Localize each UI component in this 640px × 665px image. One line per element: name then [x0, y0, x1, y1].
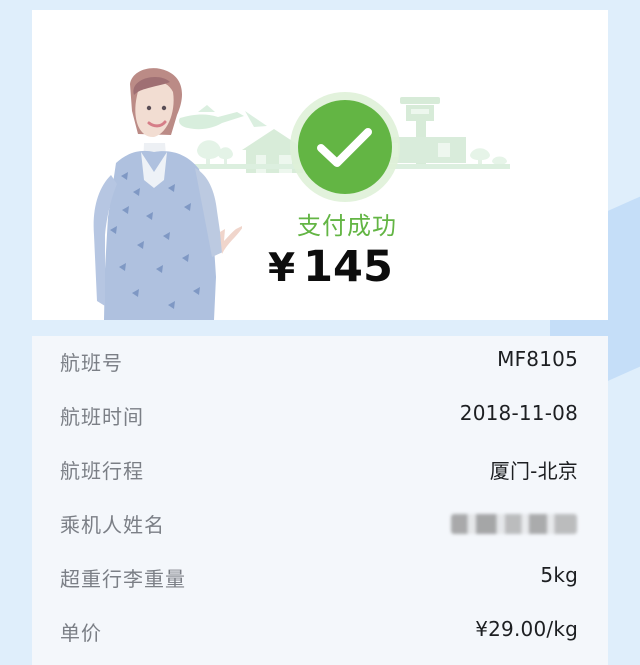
detail-value: 5kg	[540, 563, 578, 587]
detail-label: 航班时间	[60, 405, 144, 429]
flight-attendant-illustration	[93, 68, 242, 320]
detail-row-flight-number: 航班号 MF8105	[32, 336, 608, 392]
currency-symbol: ¥	[268, 246, 296, 291]
detail-row-unit-price: 单价 ¥29.00/kg	[32, 606, 608, 662]
detail-value: MF8105	[497, 347, 578, 371]
payment-success-card: 支付成功 ¥ 145	[32, 10, 608, 320]
detail-row-route: 航班行程 厦门-北京	[32, 444, 608, 500]
amount-value: 145	[303, 242, 393, 292]
detail-label: 单价	[60, 621, 102, 645]
detail-label: 航班号	[60, 351, 123, 375]
detail-value: 2018-11-08	[459, 401, 578, 425]
detail-row-flight-time: 航班时间 2018-11-08	[32, 390, 608, 446]
success-check-icon	[290, 92, 400, 202]
redacted-passenger-name	[451, 514, 577, 534]
payment-status: 支付成功	[297, 212, 397, 240]
flight-details-card: 航班号 MF8105 航班时间 2018-11-08 航班行程 厦门-北京 乘机…	[32, 336, 608, 665]
detail-value: 厦门-北京	[489, 459, 578, 483]
detail-label: 超重行李重量	[60, 567, 186, 591]
detail-value: ¥29.00/kg	[475, 617, 578, 641]
detail-row-passenger-name: 乘机人姓名	[32, 498, 608, 554]
detail-row-excess-baggage: 超重行李重量 5kg	[32, 552, 608, 608]
payment-amount: ¥ 145	[268, 242, 438, 292]
detail-label: 航班行程	[60, 459, 144, 483]
detail-label: 乘机人姓名	[60, 513, 165, 537]
